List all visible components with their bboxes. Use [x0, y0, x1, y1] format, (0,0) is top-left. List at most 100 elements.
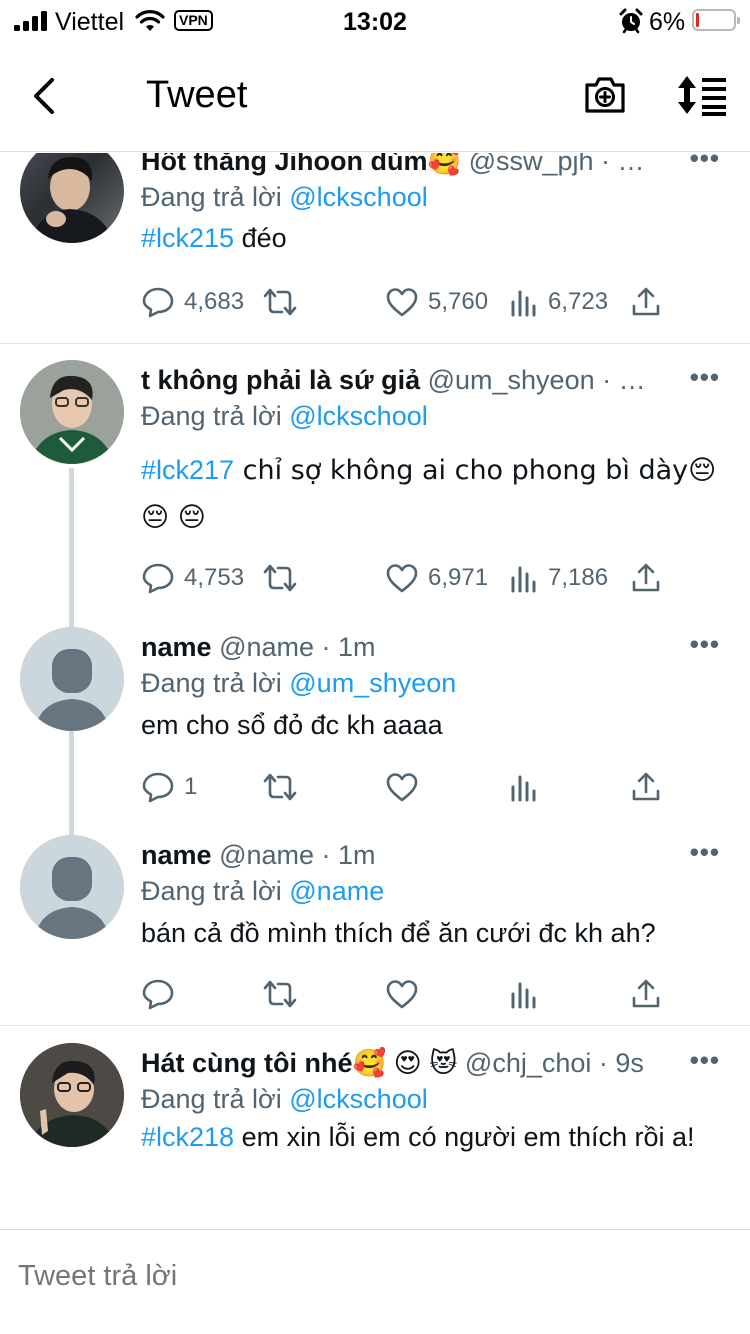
handle[interactable]: @chj_choi · 9s — [465, 1048, 644, 1078]
share-button[interactable] — [631, 285, 661, 319]
share-button[interactable] — [631, 770, 661, 804]
display-name[interactable]: Hát cùng tôi nhé🥰 😍 😻 — [141, 1048, 457, 1078]
reply-input[interactable] — [18, 1260, 718, 1293]
retweet-icon — [263, 773, 297, 801]
views-button[interactable]: 7,186 — [509, 561, 608, 595]
more-options-icon[interactable]: ••• — [690, 362, 720, 393]
battery-percent: 6% — [649, 8, 686, 36]
more-options-icon[interactable]: ••• — [690, 153, 720, 174]
mention-link[interactable]: @um_shyeon — [289, 668, 456, 698]
thread-line — [69, 619, 74, 627]
view-count: 6,723 — [548, 288, 609, 315]
tweet-item[interactable]: name @name · 1m ••• Đang trả lời @name b… — [0, 835, 750, 1026]
more-options-icon[interactable]: ••• — [690, 1045, 720, 1076]
share-icon — [632, 979, 660, 1008]
like-button[interactable]: 5,760 — [385, 285, 488, 319]
more-options-icon[interactable]: ••• — [690, 629, 720, 660]
reply-count: 1 — [184, 773, 198, 800]
tweet-header: t không phải là sứ giả @um_shyeon · … — [141, 362, 720, 398]
like-button[interactable]: 6,971 — [385, 561, 488, 595]
reply-composer — [0, 1229, 750, 1334]
thread-line — [69, 731, 74, 835]
reply-icon — [142, 979, 174, 1010]
nav-bar: Tweet — [0, 44, 750, 152]
tweet-item[interactable]: Hát cùng tôi nhé🥰 😍 😻 @chj_choi · 9s •••… — [0, 1043, 750, 1229]
reply-button[interactable]: 4,753 — [141, 561, 244, 595]
retweet-button[interactable] — [261, 285, 308, 319]
tweet-text: #lck218 em xin lỗi em có người em thích … — [141, 1122, 695, 1152]
battery-icon — [692, 9, 740, 31]
heart-icon — [386, 773, 418, 802]
views-icon — [511, 775, 536, 802]
back-icon[interactable] — [24, 74, 68, 118]
mention-link[interactable]: @name — [289, 876, 384, 906]
tweet-text: #lck215 đéo — [141, 223, 287, 253]
camera-icon[interactable] — [583, 75, 627, 115]
sort-icon[interactable] — [676, 74, 728, 116]
status-bar: Viettel VPN 13:02 6% — [0, 0, 750, 44]
share-button[interactable] — [631, 977, 661, 1011]
handle[interactable]: @name · 1m — [219, 840, 375, 870]
share-icon — [632, 772, 660, 801]
replying-to: Đang trả lời @lckschool — [141, 182, 428, 212]
heart-icon — [386, 564, 418, 593]
reply-button[interactable] — [141, 977, 184, 1011]
retweet-icon — [263, 564, 297, 592]
tweet-header: name @name · 1m — [141, 629, 720, 665]
tweet-item[interactable]: name @name · 1m ••• Đang trả lời @um_shy… — [0, 619, 750, 835]
views-button[interactable]: 6,723 — [509, 285, 608, 319]
avatar[interactable] — [20, 360, 124, 464]
handle[interactable]: @um_shyeon · … — [428, 365, 646, 395]
thread-line — [69, 468, 74, 620]
hashtag-link[interactable]: #lck215 — [141, 223, 234, 253]
tweet-header: Hát cùng tôi nhé🥰 😍 😻 @chj_choi · 9s — [141, 1045, 720, 1081]
like-count: 5,760 — [428, 288, 489, 315]
display-name[interactable]: t không phải là sứ giả — [141, 365, 420, 395]
retweet-icon — [263, 980, 297, 1008]
views-button[interactable] — [509, 770, 548, 804]
tweet-item[interactable]: t không phải là sứ giả @um_shyeon · … ••… — [0, 360, 750, 620]
hashtag-link[interactable]: #lck217 — [141, 455, 234, 485]
tweet-text: em cho sổ đỏ đc kh aaaa — [141, 710, 443, 740]
retweet-button[interactable] — [261, 977, 308, 1011]
reply-button[interactable]: 4,683 — [141, 285, 244, 319]
tweet-actions: 1 — [141, 770, 681, 804]
like-button[interactable] — [385, 977, 428, 1011]
hashtag-link[interactable]: #lck218 — [141, 1122, 234, 1152]
handle[interactable]: @name · 1m — [219, 632, 375, 662]
mention-link[interactable]: @lckschool — [289, 401, 427, 431]
tweet-actions: 4,683 5,760 6,723 — [141, 285, 681, 319]
replying-to: Đang trả lời @lckschool — [141, 401, 428, 431]
like-button[interactable] — [385, 770, 428, 804]
reply-icon — [142, 772, 174, 803]
handle[interactable]: @ssw_pjh · … — [469, 153, 645, 176]
retweet-icon — [263, 288, 297, 316]
views-icon — [511, 290, 536, 317]
display-name[interactable]: name — [141, 840, 212, 870]
tweet-actions — [141, 977, 681, 1011]
display-name[interactable]: name — [141, 632, 212, 662]
reply-count: 4,683 — [184, 288, 245, 315]
tweet-header: Hốt thằng Jihoon dùm🥰 @ssw_pjh · … — [141, 153, 720, 179]
reply-icon — [142, 287, 174, 318]
mention-link[interactable]: @lckschool — [289, 182, 427, 212]
retweet-button[interactable] — [261, 561, 308, 595]
tweet-text: #lck217 chỉ sợ không ai cho phong bì dày… — [141, 455, 717, 533]
avatar[interactable] — [20, 153, 124, 243]
reply-icon — [142, 563, 174, 594]
avatar[interactable] — [20, 627, 124, 731]
retweet-button[interactable] — [261, 770, 308, 804]
views-button[interactable] — [509, 977, 548, 1011]
avatar[interactable] — [20, 835, 124, 939]
display-name[interactable]: Hốt thằng Jihoon dùm🥰 — [141, 153, 461, 176]
share-icon — [632, 563, 660, 592]
more-options-icon[interactable]: ••• — [690, 837, 720, 868]
tweet-thread[interactable]: Hốt thằng Jihoon dùm🥰 @ssw_pjh · … ••• Đ… — [0, 153, 750, 1229]
avatar[interactable] — [20, 1043, 124, 1147]
view-count: 7,186 — [548, 564, 609, 591]
share-button[interactable] — [631, 561, 661, 595]
mention-link[interactable]: @lckschool — [289, 1084, 427, 1114]
reply-button[interactable]: 1 — [141, 770, 197, 804]
heart-icon — [386, 288, 418, 317]
tweet-item[interactable]: Hốt thằng Jihoon dùm🥰 @ssw_pjh · … ••• Đ… — [0, 153, 750, 344]
